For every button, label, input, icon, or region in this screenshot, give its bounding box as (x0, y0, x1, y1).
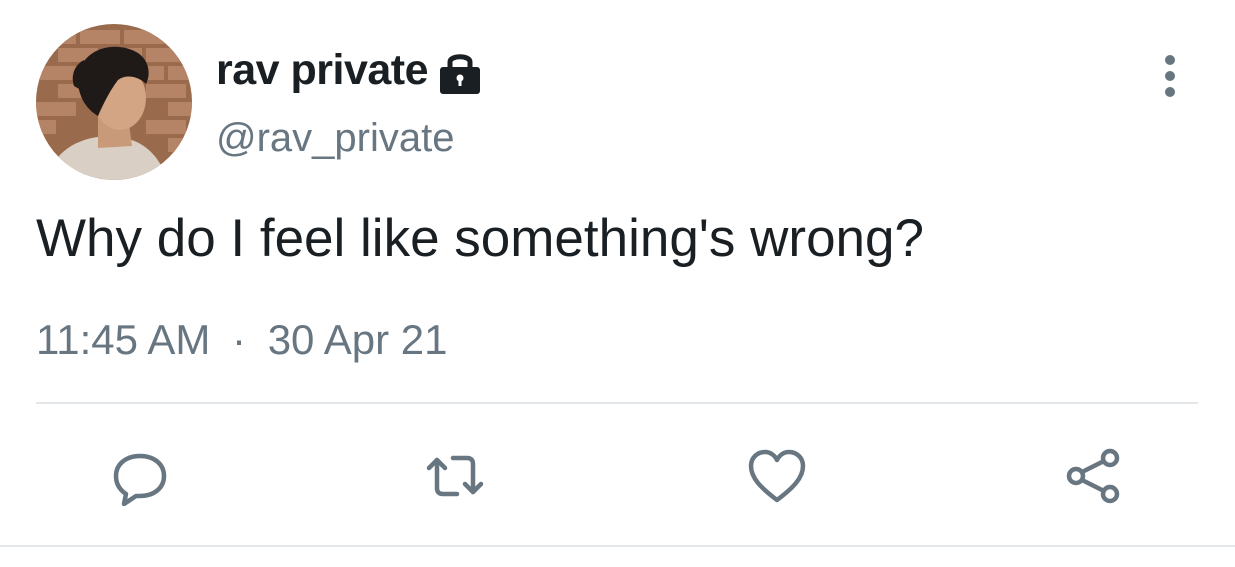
like-button[interactable] (747, 446, 807, 506)
meta-separator: · (232, 316, 247, 363)
avatar[interactable] (36, 24, 192, 180)
retweet-icon (426, 455, 484, 497)
share-icon (1066, 448, 1120, 504)
vertical-ellipsis-icon[interactable] (1150, 54, 1190, 100)
display-name[interactable]: rav private (216, 46, 429, 95)
tweet: rav private @rav_private Why do I feel l… (0, 0, 1235, 567)
divider (36, 402, 1198, 404)
reply-button[interactable] (110, 446, 170, 506)
bottom-divider (0, 545, 1235, 547)
share-button[interactable] (1064, 446, 1124, 506)
display-name-row: rav private (216, 42, 484, 98)
lock-icon (436, 48, 484, 96)
heart-icon (748, 449, 806, 503)
tweet-text: Why do I feel like something's wrong? (36, 209, 924, 268)
retweet-button[interactable] (425, 446, 485, 506)
handle[interactable]: @rav_private (216, 116, 454, 161)
tweet-date[interactable]: 30 Apr 21 (268, 316, 448, 363)
speech-bubble-icon (113, 453, 167, 506)
tweet-time[interactable]: 11:45 AM (36, 316, 210, 363)
tweet-meta: 11:45 AM · 30 Apr 21 (36, 316, 448, 364)
